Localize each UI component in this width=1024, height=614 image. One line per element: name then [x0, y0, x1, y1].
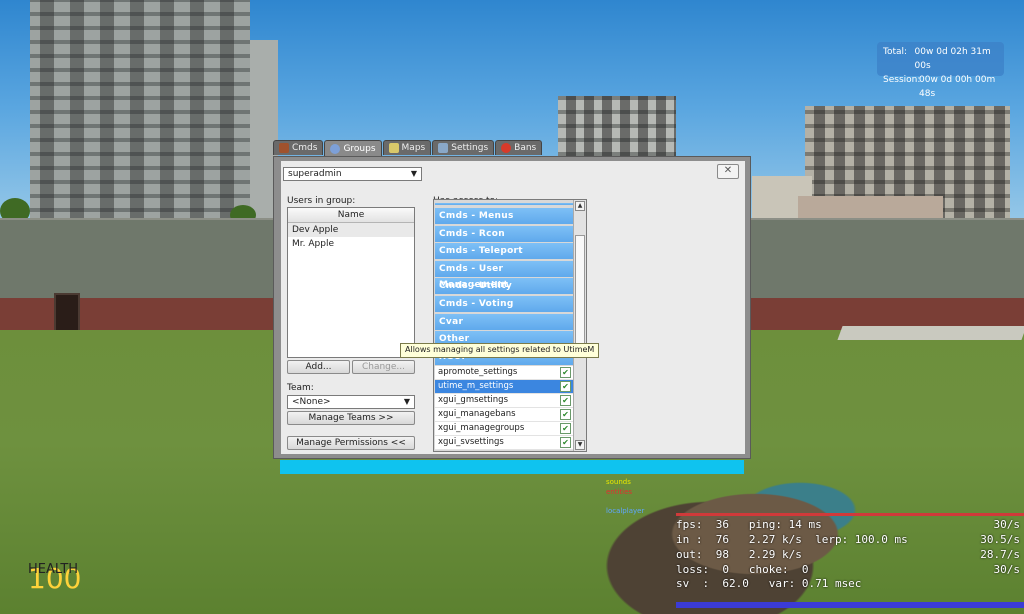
- category-header[interactable]: Cmds - Voting: [435, 295, 573, 312]
- permission-row[interactable]: xgui_managegroups ✔: [435, 422, 573, 436]
- netgraph-footer-bar: [676, 602, 1024, 608]
- manage-teams-button[interactable]: Manage Teams >>: [287, 411, 415, 425]
- add-user-button[interactable]: Add...: [287, 360, 350, 374]
- check-icon[interactable]: ✔: [560, 409, 571, 420]
- netgraph-rate: 30/s: [993, 518, 1021, 531]
- access-list: Cmds - Menus Cmds - Rcon Cmds - Teleport…: [433, 199, 587, 452]
- permission-tooltip: Allows managing all settings related to …: [400, 343, 600, 358]
- uptime-panel: Total: 00w 0d 02h 31m 00s Session: 00w 0d …: [877, 42, 1004, 99]
- xgui-tab-bar: Cmds Groups Maps Settings Bans: [273, 140, 543, 156]
- permission-row[interactable]: xgui_managebans ✔: [435, 408, 573, 422]
- user-row[interactable]: Mr. Apple: [288, 237, 414, 251]
- wall-door: [54, 293, 80, 333]
- user-row[interactable]: Dev Apple: [288, 223, 414, 237]
- netgraph-line: loss: 0 choke: 0: [676, 563, 809, 576]
- close-button[interactable]: ✕: [717, 164, 739, 179]
- walkway: [837, 326, 1024, 340]
- tab-label: Cmds: [292, 143, 318, 153]
- chevron-down-icon: ▼: [403, 397, 410, 406]
- tab-label: Settings: [451, 143, 489, 153]
- change-user-button[interactable]: Change...: [352, 360, 415, 374]
- permission-list: apromote_settings ✔ utime_m_settings ✔ xgu…: [435, 366, 573, 450]
- scroll-up-icon[interactable]: ▲: [575, 201, 585, 211]
- permission-name: xgui_managegroups: [438, 423, 525, 433]
- category-header[interactable]: Cmds - Menus: [435, 208, 573, 224]
- category-header[interactable]: Cmds - User Management: [435, 260, 573, 290]
- check-icon[interactable]: ✔: [560, 381, 571, 392]
- permission-row[interactable]: xgui_gmsettings ✔: [435, 394, 573, 408]
- tab-bans[interactable]: Bans: [495, 140, 543, 155]
- wrench-icon: [438, 143, 449, 153]
- check-icon[interactable]: ✔: [560, 423, 571, 434]
- permission-row[interactable]: utime_m_settings ✔: [435, 380, 573, 394]
- category-header[interactable]: Cmds - Rcon: [435, 225, 573, 242]
- apartment-building: [30, 0, 250, 222]
- category-list: Cmds - Menus Cmds - Rcon Cmds - Teleport…: [435, 203, 573, 366]
- netgraph-tag-sounds: sounds: [606, 478, 631, 486]
- health-label: HEALTH: [28, 562, 79, 577]
- permission-name: xgui_svsettings: [438, 437, 504, 447]
- groups-panel: ✕ superadmin ▼ Users in group: Name Dev …: [281, 161, 745, 454]
- scroll-down-icon[interactable]: ▼: [575, 440, 585, 450]
- check-icon[interactable]: ✔: [560, 367, 571, 378]
- xgui-window: ✕ superadmin ▼ Users in group: Name Dev …: [273, 156, 751, 459]
- netgraph-line: fps: 36 ping: 14 ms: [676, 518, 822, 531]
- uptime-total-value: 00w 0d 02h 31m 00s: [914, 47, 991, 71]
- groups-icon: [330, 143, 341, 154]
- netgraph-line: out: 98 2.29 k/s: [676, 548, 802, 561]
- permission-name: xgui_managebans: [438, 409, 516, 419]
- netgraph-rate: 28.7/s: [980, 548, 1020, 561]
- netgraph-rate: 30/s: [993, 563, 1021, 576]
- tab-label: Bans: [514, 143, 537, 153]
- permission-name: utime_m_settings: [438, 381, 514, 391]
- scroll-thumb[interactable]: [575, 235, 585, 355]
- netgraph-rate: 30.5/s: [980, 533, 1020, 546]
- tab-maps[interactable]: Maps: [382, 140, 432, 155]
- users-list: Name Dev Apple Mr. Apple: [287, 207, 415, 358]
- team-select[interactable]: <None> ▼: [287, 395, 415, 409]
- check-icon[interactable]: ✔: [560, 437, 571, 448]
- tab-label: Groups: [343, 143, 376, 154]
- team-select-value: <None>: [292, 397, 331, 407]
- uptime-total-label: Total:: [883, 47, 908, 57]
- maps-icon: [388, 143, 399, 153]
- group-select-value: superadmin: [288, 169, 342, 179]
- chevron-down-icon: ▼: [410, 169, 417, 178]
- group-select[interactable]: superadmin ▼: [283, 167, 422, 181]
- team-label: Team:: [287, 383, 314, 393]
- category-header[interactable]: Cmds - Teleport: [435, 243, 573, 260]
- tab-groups[interactable]: Groups: [324, 140, 382, 156]
- category-header[interactable]: Cmds - Utility: [435, 278, 573, 295]
- users-in-group-label: Users in group:: [287, 196, 356, 206]
- category-header-partial: [435, 203, 573, 205]
- tab-cmds[interactable]: Cmds: [273, 140, 324, 155]
- netgraph-line: in : 76 2.27 k/s lerp: 100.0 ms: [676, 533, 908, 546]
- health-display: HEALTH 100: [28, 562, 81, 595]
- uptime-session-value: 00w 0d 00h 00m 48s: [919, 75, 996, 99]
- netgraph-tag-localplayer: localplayer: [606, 507, 645, 515]
- users-column-header[interactable]: Name: [288, 208, 414, 223]
- category-header[interactable]: Cvar: [435, 313, 573, 330]
- permission-row[interactable]: apromote_settings ✔: [435, 366, 573, 380]
- netgraph-tag-entities: entities: [606, 488, 633, 496]
- uptime-session-label: Session:: [883, 75, 921, 85]
- access-scrollbar[interactable]: ▲ ▼: [573, 200, 586, 451]
- window-footer-bar: [280, 460, 744, 474]
- tab-settings[interactable]: Settings: [432, 140, 495, 155]
- check-icon[interactable]: ✔: [560, 395, 571, 406]
- manage-permissions-button[interactable]: Manage Permissions <<: [287, 436, 415, 450]
- netgraph-bar: [676, 513, 1024, 516]
- tab-label: Maps: [401, 143, 426, 153]
- permission-name: apromote_settings: [438, 367, 518, 377]
- cmds-icon: [279, 143, 289, 153]
- ban-icon: [501, 143, 512, 153]
- permission-row[interactable]: xgui_svsettings ✔: [435, 436, 573, 450]
- netgraph-line: sv : 62.0 var: 0.71 msec: [676, 577, 862, 590]
- permission-name: xgui_gmsettings: [438, 395, 508, 405]
